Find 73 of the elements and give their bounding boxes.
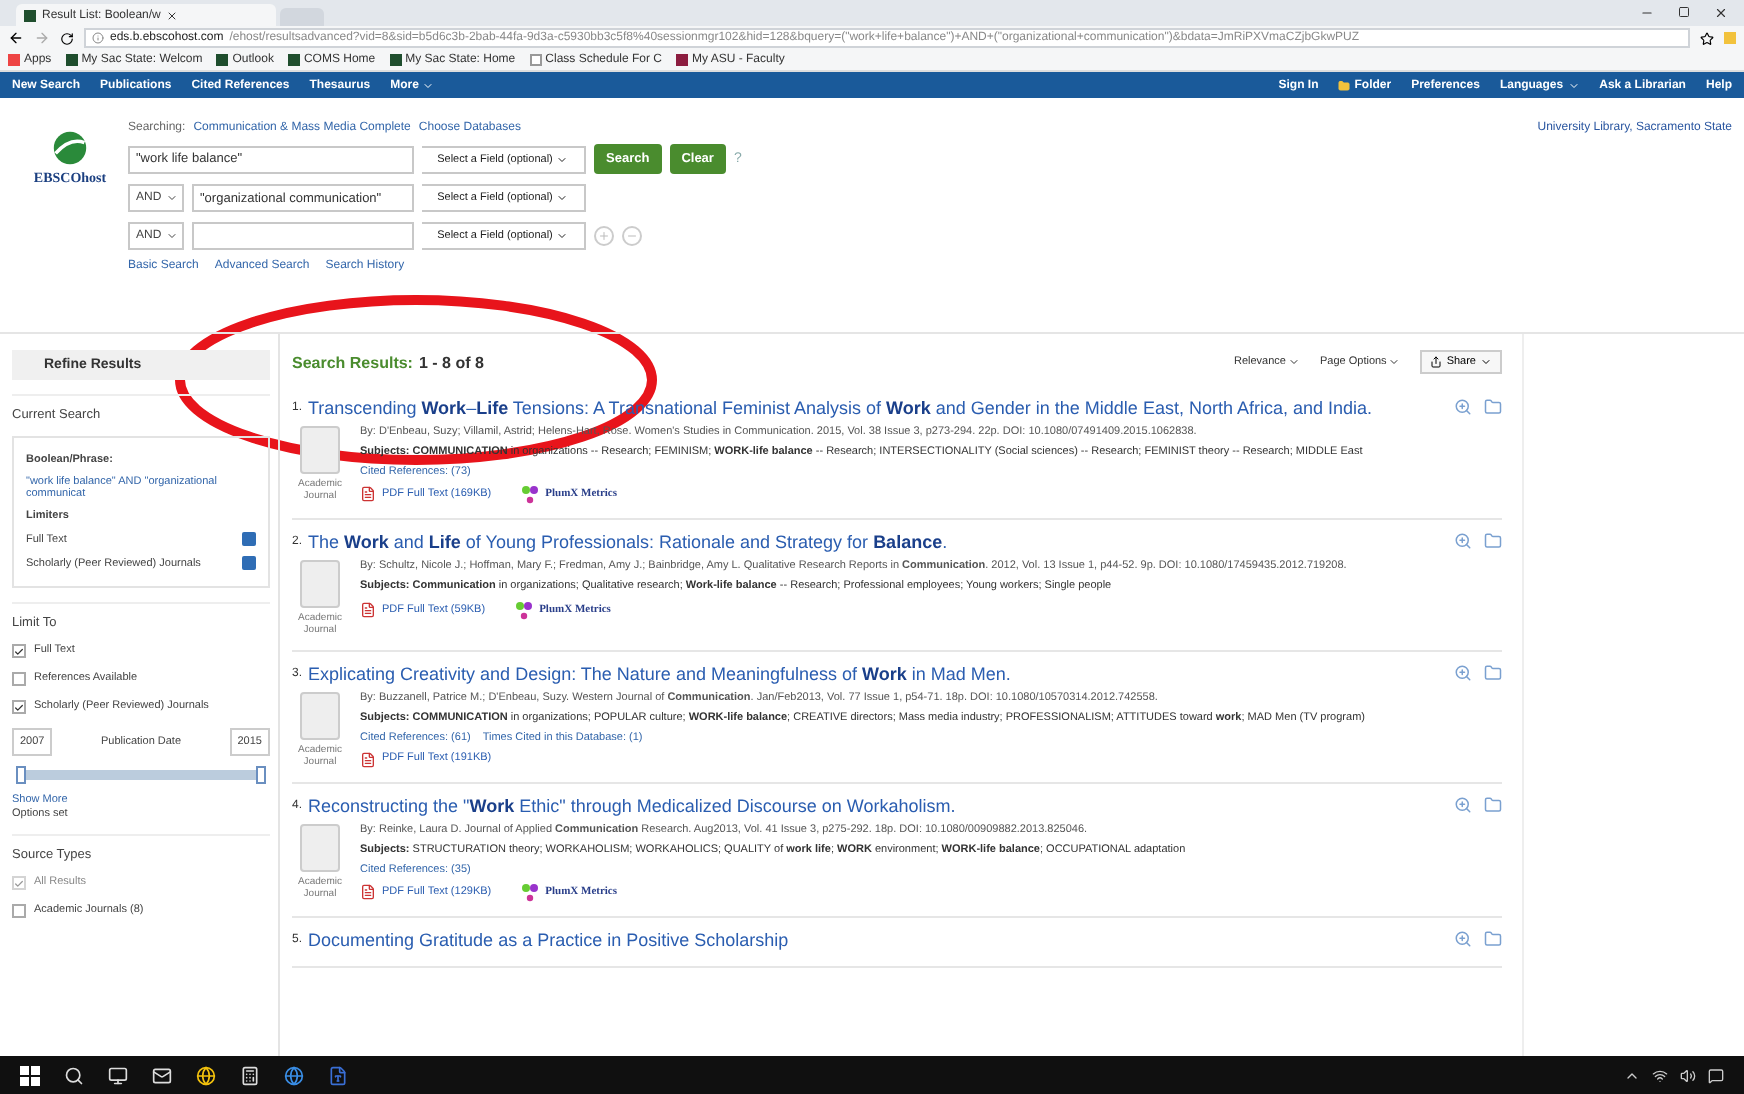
minimize-icon[interactable] <box>1640 6 1654 20</box>
pdf-icon <box>360 884 376 901</box>
caret-icon <box>1287 356 1300 368</box>
checkbox[interactable] <box>12 700 26 714</box>
add-to-folder-icon[interactable] <box>1484 664 1502 683</box>
bookmark-star-icon[interactable] <box>1700 31 1714 45</box>
preview-icon[interactable] <box>1454 532 1472 551</box>
add-to-folder-icon[interactable] <box>1484 398 1502 416</box>
wifi-icon[interactable] <box>1652 1067 1668 1083</box>
result-title-link[interactable]: The Work and Life of Young Professionals: Rationale and Strategy for Balance. <box>308 532 1448 555</box>
caret-icon <box>422 79 435 91</box>
journal-icon <box>300 692 340 741</box>
minus-icon <box>626 230 638 242</box>
add-to-folder-icon[interactable] <box>1484 796 1502 815</box>
folder-icon <box>1338 79 1351 91</box>
browser-icon[interactable] <box>196 1065 216 1085</box>
journal-icon <box>300 425 340 474</box>
task-view-icon[interactable] <box>108 1065 128 1085</box>
checkbox[interactable] <box>12 904 26 918</box>
plumx-icon <box>513 599 534 620</box>
maximize-icon[interactable] <box>1678 6 1690 18</box>
search-icon[interactable] <box>64 1065 84 1085</box>
close-icon[interactable] <box>166 9 179 21</box>
caret-icon <box>165 192 178 204</box>
document-icon[interactable] <box>328 1065 348 1085</box>
forward-icon[interactable] <box>34 30 50 46</box>
caret-icon <box>556 192 569 204</box>
add-to-folder-icon[interactable] <box>1484 930 1502 949</box>
info-icon <box>92 32 104 44</box>
windows-start-icon[interactable] <box>20 1065 40 1085</box>
plus-icon <box>598 230 610 242</box>
add-to-folder-icon[interactable] <box>1484 532 1502 551</box>
pdf-icon <box>360 486 376 503</box>
close-icon[interactable] <box>1714 6 1728 20</box>
preview-icon[interactable] <box>1454 796 1472 815</box>
results-range: 1 - 8 of 8 <box>418 353 484 371</box>
checkbox[interactable] <box>12 644 26 658</box>
checkbox[interactable] <box>12 672 26 686</box>
notifications-icon[interactable] <box>1708 1067 1724 1083</box>
preview-icon[interactable] <box>1454 930 1472 949</box>
calculator-icon[interactable] <box>240 1065 260 1085</box>
result-title-link[interactable]: Documenting Gratitude as a Practice in Positive Scholarship <box>308 930 1448 953</box>
caret-icon <box>165 230 178 242</box>
volume-icon[interactable] <box>1680 1067 1696 1083</box>
favicon-icon <box>24 9 36 21</box>
date-slider[interactable] <box>20 770 262 780</box>
slider-handle[interactable] <box>16 766 26 784</box>
result-title-link[interactable]: Reconstructing the "Work Ethic" through Medicalized Discourse on Workaholism. <box>308 796 1448 818</box>
caret-icon <box>556 153 569 165</box>
mail-icon[interactable] <box>152 1065 172 1085</box>
caret-icon <box>556 230 569 242</box>
caret-icon <box>1480 356 1492 368</box>
journal-icon <box>300 560 340 609</box>
slider-handle[interactable] <box>256 766 266 784</box>
pdf-icon <box>360 601 376 618</box>
journal-icon <box>300 823 340 872</box>
result-title-link[interactable]: Explicating Creativity and Design: The Nature and Meaningfulness of Work in Mad Men. <box>308 664 1448 687</box>
browser-icon[interactable] <box>284 1065 304 1085</box>
share-icon <box>1430 356 1443 368</box>
reload-icon[interactable] <box>60 31 74 45</box>
plumx-icon <box>519 484 540 505</box>
preview-icon[interactable] <box>1454 398 1472 416</box>
remove-row-button[interactable] <box>622 226 642 246</box>
preview-icon[interactable] <box>1454 664 1472 683</box>
caret-icon <box>1388 356 1401 368</box>
results-heading: Search Results: <box>292 353 413 371</box>
pdf-icon <box>360 751 376 768</box>
add-row-button[interactable] <box>594 226 614 246</box>
search-field[interactable] <box>192 222 414 250</box>
plumx-icon <box>519 882 540 903</box>
caret-icon <box>1567 79 1580 91</box>
back-icon[interactable] <box>8 30 24 46</box>
ebsco-logo-icon <box>52 130 88 166</box>
